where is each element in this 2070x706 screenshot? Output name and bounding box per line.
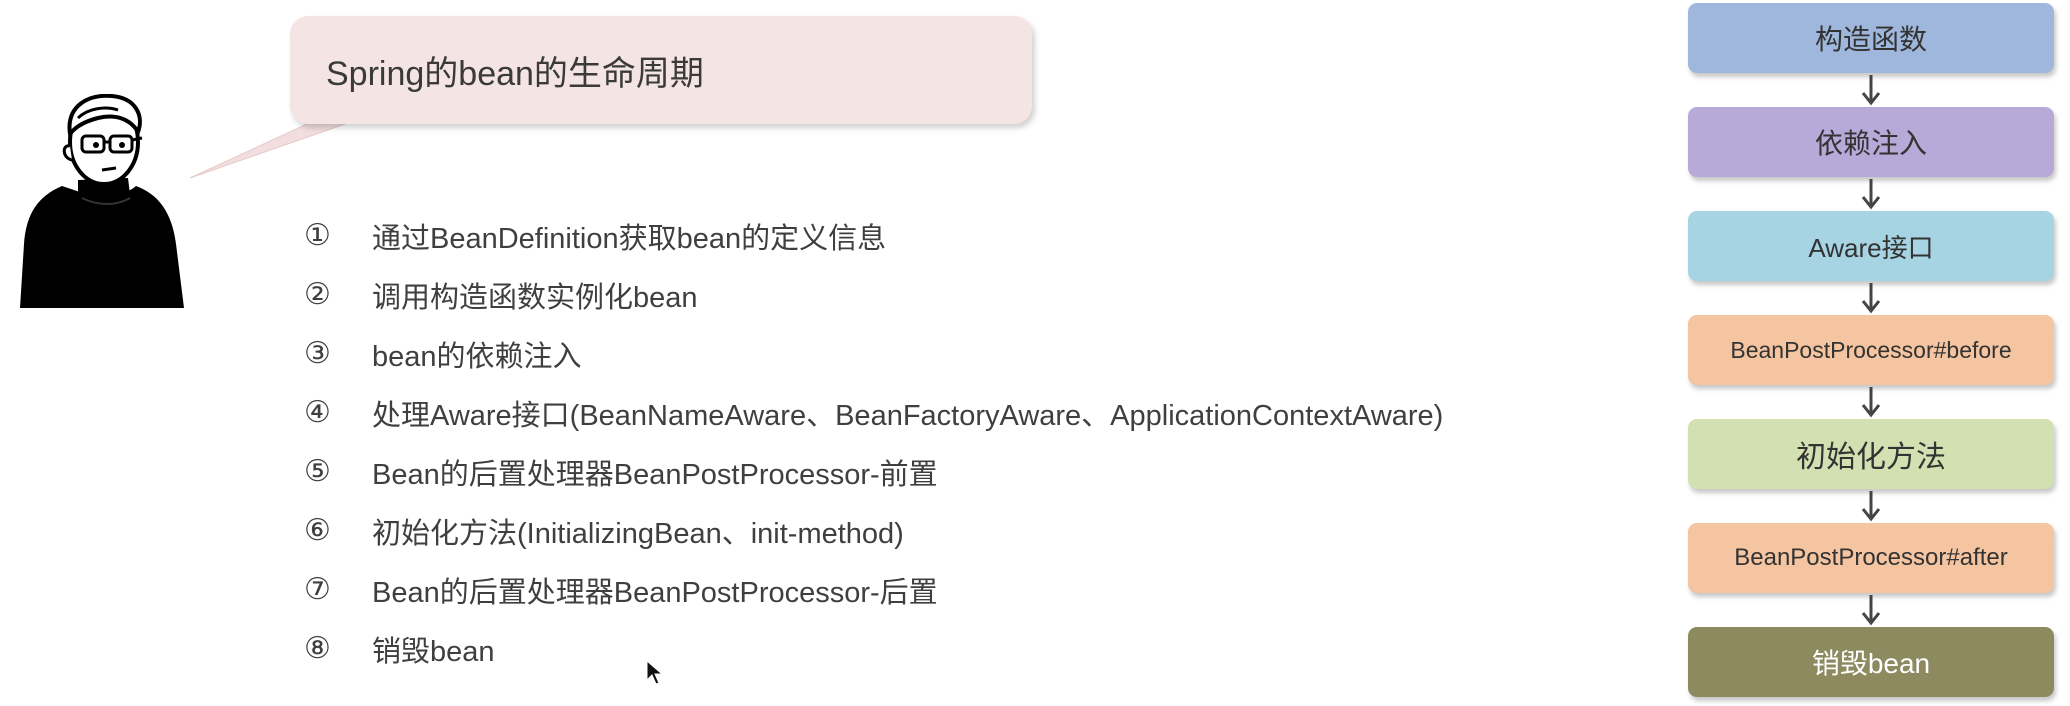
flow-box-label: 构造函数: [1814, 24, 1927, 55]
arrow-down-icon: [1861, 491, 1881, 522]
step-text: bean的依赖注入: [372, 340, 582, 373]
list-item: ⑦ Bean的后置处理器BeanPostProcessor-后置: [304, 560, 1443, 619]
flow-box-aware: Aware接口: [1688, 211, 2054, 281]
developer-avatar-icon: [20, 94, 184, 308]
arrow-down-icon: [1861, 595, 1881, 626]
list-item: ② 调用构造函数实例化bean: [304, 265, 1443, 324]
list-item: ⑥ 初始化方法(InitializingBean、init-method): [304, 501, 1443, 560]
arrow-down-icon: [1861, 179, 1881, 210]
flow-box-label: BeanPostProcessor#before: [1730, 336, 2012, 363]
list-item: ③ bean的依赖注入: [304, 324, 1443, 383]
flow-box-label: 初始化方法: [1796, 441, 1946, 474]
arrow-down-icon: [1861, 283, 1881, 314]
step-text: Bean的后置处理器BeanPostProcessor-后置: [372, 576, 938, 609]
step-number: ⑤: [304, 454, 331, 489]
step-number: ⑥: [304, 513, 331, 548]
arrow-down-icon: [1861, 75, 1881, 106]
flow-box-label: Aware接口: [1808, 232, 1934, 263]
flow-box-destroy: 销毁bean: [1688, 627, 2054, 697]
flow-box-label: 销毁bean: [1811, 648, 1931, 679]
flow-box-label: BeanPostProcessor#after: [1734, 544, 2008, 571]
bubble-title: Spring的bean的生命周期: [326, 55, 704, 93]
flow-box-dependency-injection: 依赖注入: [1688, 107, 2054, 177]
slide: Spring的bean的生命周期 ① 通过BeanDefinition获取bea…: [0, 0, 2070, 706]
mouse-cursor-icon: [646, 660, 664, 685]
arrow-down-icon: [1861, 387, 1881, 418]
step-text: 处理Aware接口(BeanNameAware、BeanFactoryAware…: [372, 399, 1444, 432]
step-text: 销毁bean: [372, 635, 495, 668]
flow-box-label: 依赖注入: [1814, 128, 1927, 159]
list-item: ⑤ Bean的后置处理器BeanPostProcessor-前置: [304, 442, 1443, 501]
step-number: ②: [304, 277, 331, 312]
step-number: ④: [304, 395, 331, 430]
step-text: Bean的后置处理器BeanPostProcessor-前置: [372, 458, 938, 491]
flow-box-init-method: 初始化方法: [1688, 419, 2054, 489]
step-number: ⑧: [304, 631, 331, 666]
step-number: ③: [304, 336, 331, 371]
list-item: ① 通过BeanDefinition获取bean的定义信息: [304, 206, 1443, 265]
step-number: ①: [304, 218, 331, 253]
step-number: ⑦: [304, 572, 331, 607]
list-item: ④ 处理Aware接口(BeanNameAware、BeanFactoryAwa…: [304, 383, 1443, 442]
speech-bubble: Spring的bean的生命周期: [290, 16, 1032, 124]
list-item: ⑧ 销毁bean: [304, 619, 1443, 678]
flow-box-postprocessor-before: BeanPostProcessor#before: [1688, 315, 2054, 385]
step-text: 调用构造函数实例化bean: [372, 281, 698, 314]
lifecycle-step-list: ① 通过BeanDefinition获取bean的定义信息 ② 调用构造函数实例…: [304, 206, 1443, 678]
flow-box-postprocessor-after: BeanPostProcessor#after: [1688, 523, 2054, 593]
step-text: 通过BeanDefinition获取bean的定义信息: [372, 222, 887, 255]
flow-box-constructor: 构造函数: [1688, 3, 2054, 73]
step-text: 初始化方法(InitializingBean、init-method): [372, 517, 904, 550]
